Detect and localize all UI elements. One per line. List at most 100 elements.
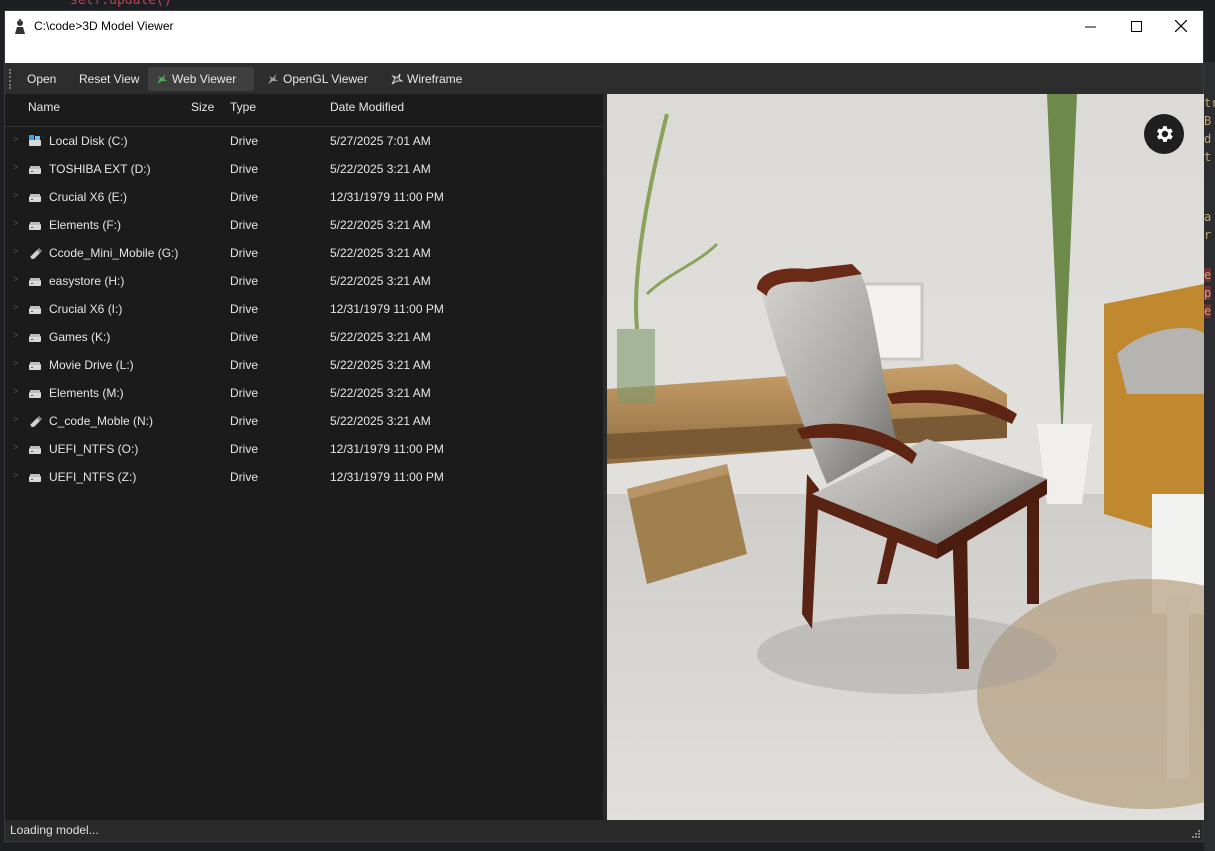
row-type: Drive xyxy=(230,330,259,344)
row-date: 12/31/1979 11:00 PM xyxy=(330,302,444,316)
table-row[interactable]: > UEFI_NTFS (O:) Drive 12/31/1979 11:00 PM xyxy=(5,435,603,463)
table-row[interactable]: > C_code_Moble (N:) Drive 5/22/2025 3:21 AM xyxy=(5,407,603,435)
expand-arrow-icon[interactable]: > xyxy=(13,246,18,256)
row-name: C_code_Moble (N:) xyxy=(49,414,154,428)
row-name: UEFI_NTFS (O:) xyxy=(49,442,139,456)
reset-view-label: Reset View xyxy=(79,72,140,86)
row-name: UEFI_NTFS (Z:) xyxy=(49,470,137,484)
table-row[interactable]: > Movie Drive (L:) Drive 5/22/2025 3:21 AM xyxy=(5,351,603,379)
row-date: 5/22/2025 3:21 AM xyxy=(330,330,431,344)
size-grip-icon[interactable] xyxy=(1190,828,1200,838)
row-name: Elements (F:) xyxy=(49,218,122,232)
opengl-viewer-label: OpenGL Viewer xyxy=(283,72,368,86)
app-icon xyxy=(15,19,25,34)
row-name: Crucial X6 (E:) xyxy=(49,190,128,204)
minimize-icon xyxy=(1084,26,1096,27)
open-button[interactable]: Open xyxy=(19,67,64,91)
expand-arrow-icon[interactable]: > xyxy=(13,386,18,396)
close-button[interactable] xyxy=(1158,11,1204,41)
row-name: Crucial X6 (I:) xyxy=(49,302,123,316)
expand-arrow-icon[interactable]: > xyxy=(13,134,18,144)
row-date: 12/31/1979 11:00 PM xyxy=(330,470,444,484)
expand-arrow-icon[interactable]: > xyxy=(13,414,18,424)
toolbar-grip[interactable] xyxy=(9,69,13,89)
table-row[interactable]: > Crucial X6 (I:) Drive 12/31/1979 11:00 PM xyxy=(5,295,603,323)
wireframe-icon xyxy=(391,73,403,85)
row-date: 5/22/2025 3:21 AM xyxy=(330,414,431,428)
table-row[interactable]: > Elements (F:) Drive 5/22/2025 3:21 AM xyxy=(5,211,603,239)
row-date: 5/22/2025 3:21 AM xyxy=(330,218,431,232)
expand-arrow-icon[interactable]: > xyxy=(13,358,18,368)
model-viewport[interactable] xyxy=(607,94,1204,820)
opengl-viewer-icon xyxy=(268,74,278,84)
column-header-size[interactable]: Size xyxy=(191,100,214,114)
row-type: Drive xyxy=(230,442,259,456)
maximize-button[interactable] xyxy=(1113,11,1159,41)
table-row[interactable]: > Elements (M:) Drive 5/22/2025 3:21 AM xyxy=(5,379,603,407)
row-type: Drive xyxy=(230,274,259,288)
expand-arrow-icon[interactable]: > xyxy=(13,470,18,480)
table-row[interactable]: > Ccode_Mini_Mobile (G:) Drive 5/22/2025 3:… xyxy=(5,239,603,267)
expand-arrow-icon[interactable]: > xyxy=(13,302,18,312)
row-date: 12/31/1979 11:00 PM xyxy=(330,190,444,204)
table-row[interactable]: > UEFI_NTFS (Z:) Drive 12/31/1979 11:00 PM xyxy=(5,463,603,491)
web-viewer-label: Web Viewer xyxy=(172,72,237,86)
row-date: 5/22/2025 3:21 AM xyxy=(330,246,431,260)
table-row[interactable]: > easystore (H:) Drive 5/22/2025 3:21 AM xyxy=(5,267,603,295)
row-date: 5/22/2025 3:21 AM xyxy=(330,358,431,372)
settings-button[interactable] xyxy=(1144,114,1184,154)
table-row[interactable]: > Games (K:) Drive 5/22/2025 3:21 AM xyxy=(5,323,603,351)
row-type: Drive xyxy=(230,134,259,148)
row-type: Drive xyxy=(230,358,259,372)
row-type: Drive xyxy=(230,246,259,260)
row-type: Drive xyxy=(230,302,259,316)
expand-arrow-icon[interactable]: > xyxy=(13,162,18,172)
close-icon xyxy=(1175,20,1187,32)
web-viewer-icon xyxy=(157,74,167,84)
row-date: 5/22/2025 3:21 AM xyxy=(330,386,431,400)
background-ide-strip: tr B d t a r e p e xyxy=(1204,62,1215,851)
row-date: 12/31/1979 11:00 PM xyxy=(330,442,444,456)
column-header-name[interactable]: Name xyxy=(28,100,60,114)
table-row[interactable]: > Local Disk (C:) Drive 5/27/2025 7:01 AM xyxy=(5,127,603,155)
row-name: TOSHIBA EXT (D:) xyxy=(49,162,151,176)
row-type: Drive xyxy=(230,190,259,204)
expand-arrow-icon[interactable]: > xyxy=(13,274,18,284)
web-viewer-button[interactable]: Web Viewer xyxy=(148,67,254,91)
minimize-button[interactable] xyxy=(1067,11,1113,41)
row-date: 5/22/2025 3:21 AM xyxy=(330,162,431,176)
open-label: Open xyxy=(27,72,57,86)
row-name: Movie Drive (L:) xyxy=(49,358,134,372)
app-window: C:\code>3D Model Viewer Open Reset View … xyxy=(4,10,1204,842)
model-viewer[interactable] xyxy=(607,94,1204,820)
file-tree: Name Size Type Date Modified > Local Disk… xyxy=(5,94,603,820)
row-name: Elements (M:) xyxy=(49,386,124,400)
table-row[interactable]: > Crucial X6 (E:) Drive 12/31/1979 11:00 PM xyxy=(5,183,603,211)
expand-arrow-icon[interactable]: > xyxy=(13,330,18,340)
column-header-date[interactable]: Date Modified xyxy=(330,100,404,114)
reset-view-button[interactable]: Reset View xyxy=(71,67,147,91)
table-row[interactable]: > TOSHIBA EXT (D:) Drive 5/22/2025 3:21 AM xyxy=(5,155,603,183)
wireframe-label: Wireframe xyxy=(407,72,463,86)
row-type: Drive xyxy=(230,386,259,400)
gear-icon xyxy=(1157,126,1173,142)
background-code: self.update() xyxy=(70,0,172,8)
window-title: C:\code>3D Model Viewer xyxy=(34,19,174,33)
expand-arrow-icon[interactable]: > xyxy=(13,442,18,452)
row-name: Ccode_Mini_Mobile (G:) xyxy=(49,246,179,260)
row-type: Drive xyxy=(230,470,259,484)
row-date: 5/27/2025 7:01 AM xyxy=(330,134,431,148)
row-type: Drive xyxy=(230,414,259,428)
row-type: Drive xyxy=(230,218,259,232)
expand-arrow-icon[interactable]: > xyxy=(13,190,18,200)
wireframe-button[interactable]: Wireframe xyxy=(383,67,470,91)
file-tree-header: Name Size Type Date Modified xyxy=(5,94,603,127)
expand-arrow-icon[interactable]: > xyxy=(13,218,18,228)
row-date: 5/22/2025 3:21 AM xyxy=(330,274,431,288)
title-bar: C:\code>3D Model Viewer xyxy=(5,11,1203,63)
toolbar: Open Reset View Web Viewer OpenGL Viewer… xyxy=(5,63,1203,95)
column-header-type[interactable]: Type xyxy=(230,100,256,114)
status-bar: Loading model... xyxy=(5,820,1203,841)
row-name: easystore (H:) xyxy=(49,274,125,288)
opengl-viewer-button[interactable]: OpenGL Viewer xyxy=(259,67,376,91)
